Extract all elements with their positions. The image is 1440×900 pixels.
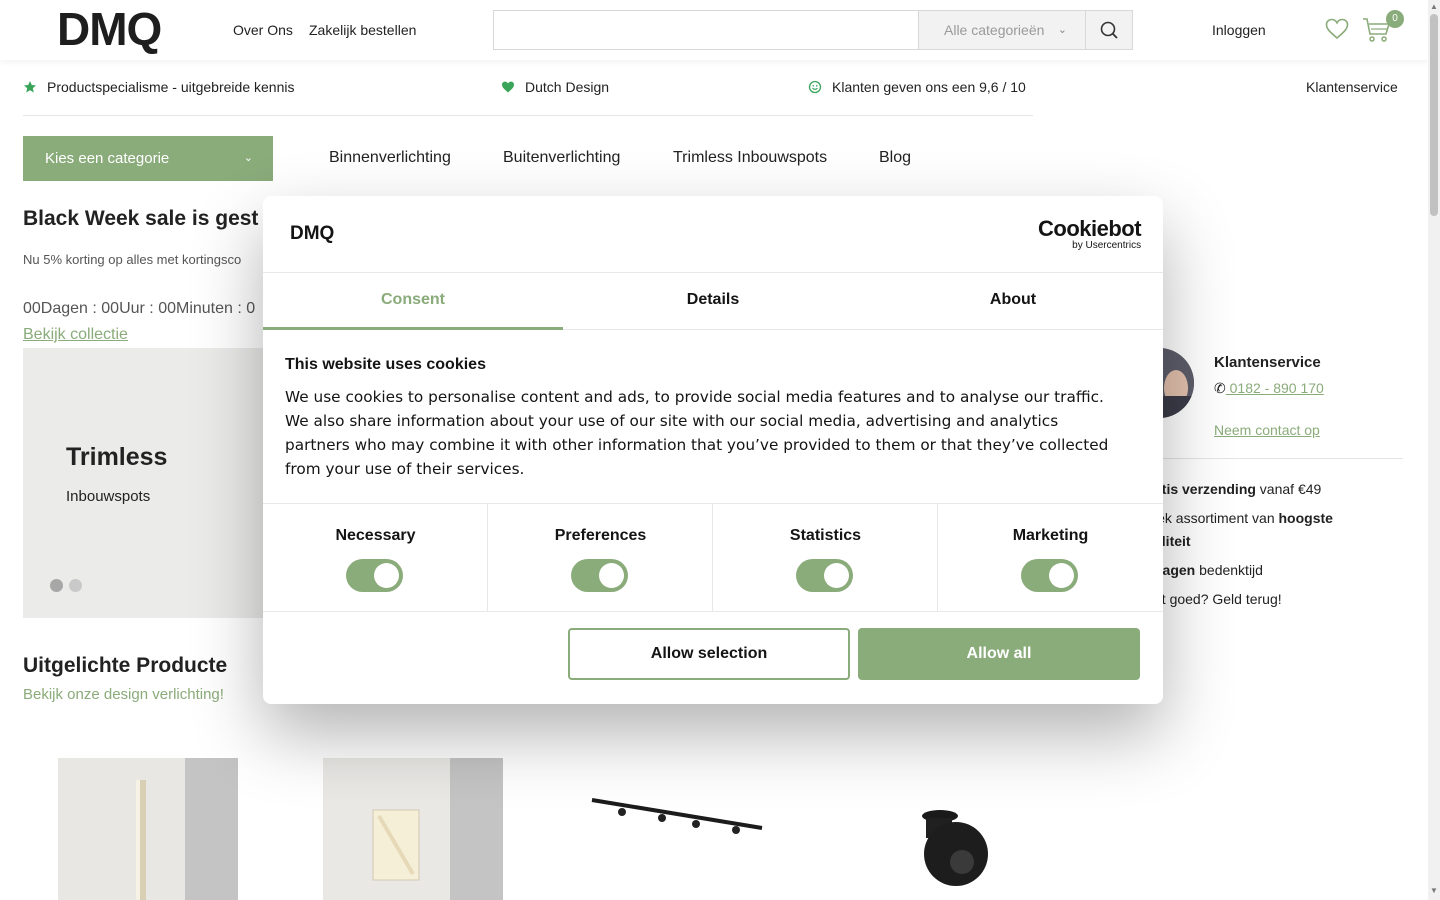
necessary-toggle[interactable] <box>346 559 403 592</box>
consent-toggles: Necessary Preferences Statistics Marketi… <box>263 503 1163 612</box>
tab-consent[interactable]: Consent <box>263 273 563 330</box>
toggle-knob <box>599 563 624 588</box>
toggle-group-preferences: Preferences <box>488 504 713 612</box>
dialog-heading: This website uses cookies <box>285 356 486 373</box>
allow-selection-button[interactable]: Allow selection <box>568 628 850 680</box>
tab-details[interactable]: Details <box>563 273 863 330</box>
toggle-knob <box>1049 563 1074 588</box>
toggle-group-statistics: Statistics <box>713 504 938 612</box>
toggle-knob <box>824 563 849 588</box>
toggle-label: Marketing <box>1012 527 1089 544</box>
page-scrollbar[interactable]: ▲ ▼ <box>1428 0 1440 900</box>
toggle-group-necessary: Necessary <box>263 504 488 612</box>
cookie-consent-dialog: DMQ Cookiebot by Usercentrics Consent De… <box>263 196 1163 704</box>
preferences-toggle[interactable] <box>571 559 628 592</box>
toggle-label: Statistics <box>789 527 862 544</box>
scroll-up-arrow-icon[interactable]: ▲ <box>1430 2 1438 11</box>
toggle-knob <box>374 563 399 588</box>
scroll-down-arrow-icon[interactable]: ▼ <box>1430 886 1438 895</box>
dialog-body-text: We use cookies to personalise content an… <box>285 388 1109 478</box>
cookiebot-logo-byline: by Usercentrics <box>1072 240 1142 251</box>
toggle-label: Necessary <box>335 527 416 544</box>
marketing-toggle[interactable] <box>1021 559 1078 592</box>
tab-about[interactable]: About <box>863 273 1163 330</box>
scrollbar-thumb[interactable] <box>1430 14 1438 216</box>
toggle-group-marketing: Marketing <box>938 504 1163 612</box>
statistics-toggle[interactable] <box>796 559 853 592</box>
dialog-header: DMQ Cookiebot by Usercentrics <box>263 196 1163 273</box>
toggle-label: Preferences <box>554 527 647 544</box>
brand-logo: DMQ <box>290 223 335 244</box>
cookiebot-logo-text: Cookiebot <box>1038 216 1142 241</box>
dialog-tabs: Consent Details About <box>263 273 1163 330</box>
cookiebot-logo[interactable]: Cookiebot by Usercentrics <box>1038 216 1142 252</box>
allow-all-button[interactable]: Allow all <box>858 628 1140 680</box>
